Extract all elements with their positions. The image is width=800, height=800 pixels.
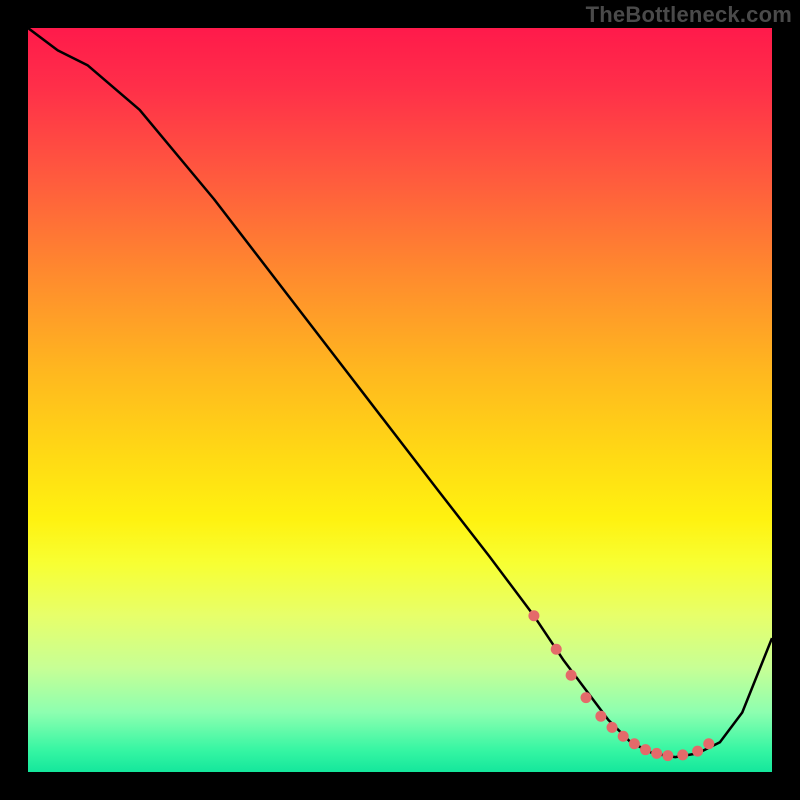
marker-dot [566, 670, 577, 681]
marker-dot [528, 610, 539, 621]
marker-dot [581, 692, 592, 703]
marker-dot [629, 738, 640, 749]
marker-dot [692, 746, 703, 757]
chart-svg [28, 28, 772, 772]
marker-dot [551, 644, 562, 655]
watermark-text: TheBottleneck.com [586, 2, 792, 28]
marker-dot [703, 738, 714, 749]
marker-dot [651, 748, 662, 759]
marker-dot [595, 711, 606, 722]
marker-dot [677, 749, 688, 760]
marker-dot [662, 750, 673, 761]
marker-dot [640, 744, 651, 755]
marker-dot [607, 722, 618, 733]
marker-dots-group [528, 610, 714, 761]
chart-frame: TheBottleneck.com [0, 0, 800, 800]
bottleneck-curve [28, 28, 772, 757]
marker-dot [618, 731, 629, 742]
